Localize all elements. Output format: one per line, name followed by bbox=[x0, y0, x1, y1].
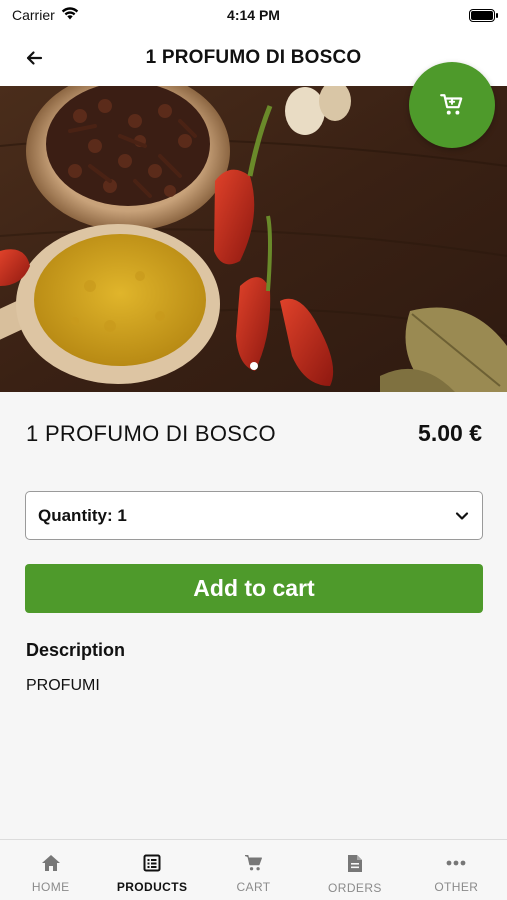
cart-icon bbox=[244, 855, 262, 871]
document-icon bbox=[347, 855, 362, 872]
tab-label-other: OTHER bbox=[434, 880, 479, 894]
carousel-dots bbox=[0, 362, 507, 370]
product-info: 1 PROFUMO DI BOSCO 5.00 € bbox=[26, 420, 482, 447]
description-text: PROFUMI bbox=[26, 677, 100, 694]
product-price: 5.00 € bbox=[418, 420, 482, 446]
tab-cart[interactable]: CART bbox=[203, 840, 304, 900]
tab-label-products: PRODUCTS bbox=[116, 880, 188, 894]
status-left: Carrier bbox=[12, 7, 79, 23]
tab-home[interactable]: HOME bbox=[0, 840, 101, 900]
shopping-cart-icon bbox=[440, 94, 463, 115]
carrier-label: Carrier bbox=[12, 7, 55, 23]
list-icon bbox=[143, 854, 161, 872]
chevron-down-icon bbox=[455, 511, 469, 520]
product-name: 1 PROFUMO DI BOSCO bbox=[26, 420, 276, 446]
tab-products[interactable]: PRODUCTS bbox=[101, 840, 202, 900]
tab-label-cart: CART bbox=[236, 880, 271, 894]
tab-label-orders: ORDERS bbox=[328, 881, 382, 895]
back-button[interactable] bbox=[20, 44, 48, 72]
more-icon bbox=[446, 860, 466, 866]
tab-other[interactable]: OTHER bbox=[406, 840, 507, 900]
arrow-left-icon bbox=[26, 51, 43, 65]
home-icon bbox=[41, 855, 60, 871]
status-bar: Carrier 4:14 PM bbox=[0, 0, 507, 30]
tab-orders[interactable]: ORDERS bbox=[304, 840, 405, 900]
page-title: 1 PROFUMO DI BOSCO bbox=[145, 47, 362, 68]
tab-bar: HOME PRODUCTS CART ORDERS OTHER bbox=[0, 839, 507, 900]
wifi-icon bbox=[61, 7, 79, 23]
add-to-cart-button[interactable]: Add to cart bbox=[25, 564, 483, 613]
carousel-dot[interactable] bbox=[249, 362, 258, 370]
quantity-label: Quantity: 1 bbox=[38, 505, 127, 525]
description-heading: Description bbox=[26, 640, 126, 660]
cart-fab-button[interactable] bbox=[409, 62, 495, 148]
tab-label-home: HOME bbox=[31, 880, 70, 894]
quantity-select[interactable]: Quantity: 1 bbox=[25, 491, 483, 540]
battery-icon bbox=[469, 8, 498, 22]
